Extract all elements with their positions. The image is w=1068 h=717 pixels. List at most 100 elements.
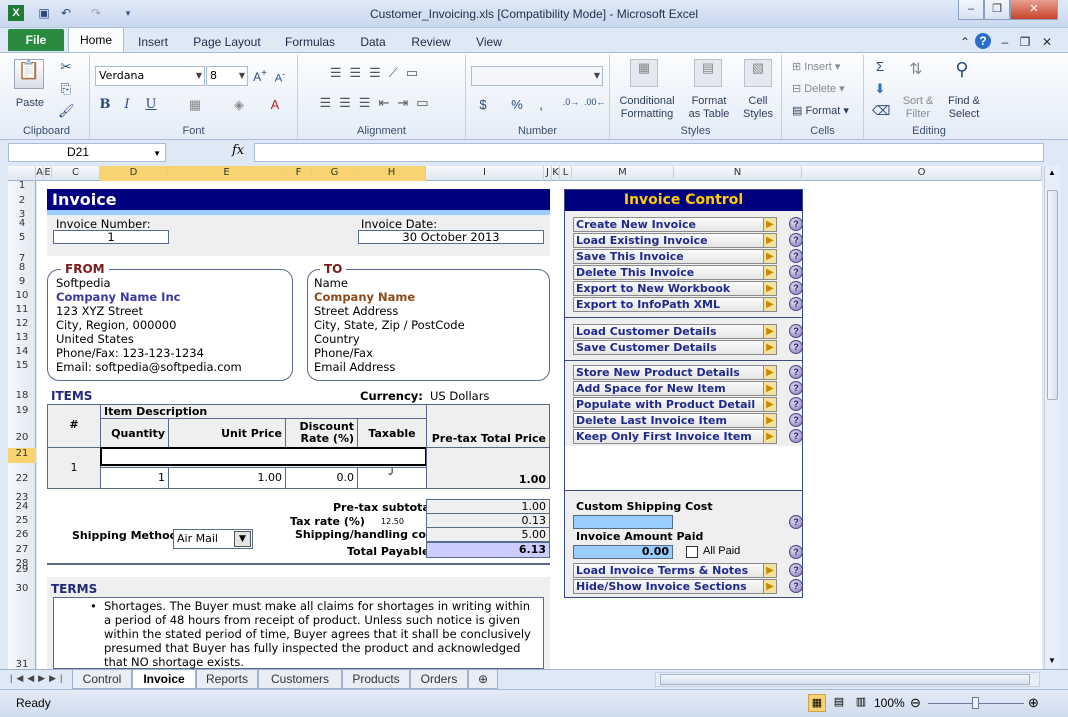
column-header[interactable]: O [802, 166, 1042, 181]
percent-button[interactable]: % [510, 97, 524, 112]
vertical-scrollbar[interactable]: ▲ ▼ [1044, 166, 1060, 669]
vertical-align-icons[interactable]: ☰☰☰⟋▭ [308, 65, 448, 81]
to-street[interactable]: Street Address [314, 304, 398, 318]
column-header[interactable]: D [100, 166, 168, 181]
help-icon[interactable]: ? [789, 297, 803, 311]
export-infopath-button[interactable]: Export to InfoPath XML ▶ [573, 297, 777, 312]
from-city[interactable]: City, Region, 000000 [56, 318, 176, 332]
row-header[interactable]: 25 [8, 515, 36, 526]
load-terms-button[interactable]: Load Invoice Terms & Notes ▶ [573, 563, 777, 578]
collapse-ribbon-icon[interactable]: ⌃ [958, 32, 972, 52]
export-new-workbook-button[interactable]: Export to New Workbook ▶ [573, 281, 777, 296]
row-header[interactable]: 24 [8, 501, 36, 512]
column-header[interactable]: J [544, 166, 552, 181]
help-icon[interactable]: ? [789, 545, 803, 559]
from-country[interactable]: United States [56, 332, 134, 346]
column-header[interactable]: L [560, 166, 572, 181]
paste-icon[interactable]: 📋 [14, 59, 44, 89]
row-header[interactable]: 27 [8, 544, 36, 555]
help-icon[interactable]: ? [789, 429, 803, 443]
zoom-out-icon[interactable]: ⊖ [910, 695, 921, 711]
all-paid-checkbox[interactable] [686, 546, 698, 558]
number-format-select[interactable]: ▼ [471, 66, 603, 86]
help-icon[interactable]: ? [789, 233, 803, 247]
row-header[interactable]: 29 [8, 564, 36, 575]
normal-view-icon[interactable]: ▦ [808, 694, 826, 712]
tab-file[interactable]: File [8, 29, 64, 51]
scroll-up-icon[interactable]: ▲ [1048, 168, 1056, 177]
cell-styles-button[interactable]: Cell Styles [738, 95, 778, 121]
column-header[interactable]: N [674, 166, 802, 181]
create-new-invoice-button[interactable]: Create New Invoice ▶ [573, 217, 777, 232]
bold-button[interactable]: B [98, 97, 112, 112]
chevron-down-icon[interactable]: ▼ [234, 531, 251, 547]
grow-font-icon[interactable]: A+ [252, 68, 268, 84]
insert-cells-button[interactable]: ⊞ Insert ▾ [792, 61, 856, 74]
row-header[interactable]: 8 [8, 262, 36, 273]
to-country[interactable]: Country [314, 332, 360, 346]
comma-button[interactable]: , [534, 97, 548, 112]
column-header[interactable]: C [52, 166, 100, 181]
ws-minimize-icon[interactable]: – [998, 32, 1012, 52]
find-select-button[interactable]: Find & Select [942, 95, 986, 121]
column-header[interactable]: A [36, 166, 44, 181]
shipping-method-select[interactable]: Air Mail ▼ [173, 529, 253, 549]
row-header[interactable]: 19 [8, 405, 36, 416]
delete-this-invoice-button[interactable]: Delete This Invoice ▶ [573, 265, 777, 280]
autosum-icon[interactable]: Σ [872, 59, 888, 74]
sheet-tab-invoice[interactable]: Invoice [132, 670, 196, 689]
tab-page-layout[interactable]: Page Layout [190, 32, 264, 52]
help-icon[interactable]: ? [789, 515, 803, 529]
zoom-in-icon[interactable]: ⊕ [1028, 695, 1039, 711]
close-button[interactable]: ✕ [1010, 0, 1058, 20]
insert-sheet-icon[interactable]: ⊕ [468, 670, 498, 689]
column-header[interactable]: H [358, 166, 426, 181]
conditional-formatting-button[interactable]: Conditional Formatting [612, 95, 682, 121]
unit-price-cell[interactable]: 1.00 [168, 467, 286, 489]
row-header[interactable]: 18 [8, 390, 36, 401]
font-size-select[interactable]: 8 ▼ [206, 66, 248, 86]
binoculars-icon[interactable]: ⚲ [948, 59, 976, 85]
row-header[interactable]: 13 [8, 332, 36, 343]
ws-restore-icon[interactable]: ❐ [1018, 32, 1032, 52]
help-icon[interactable]: ? [789, 381, 803, 395]
row-header[interactable]: 4 [8, 218, 36, 229]
keep-first-item-button[interactable]: Keep Only First Invoice Item ▶ [573, 429, 777, 444]
row-header[interactable]: 20 [8, 432, 36, 443]
amount-paid-input[interactable]: 0.00 [573, 545, 673, 559]
font-color-icon[interactable]: A [266, 97, 284, 112]
store-product-button[interactable]: Store New Product Details ▶ [573, 365, 777, 380]
load-customer-button[interactable]: Load Customer Details ▶ [573, 324, 777, 339]
column-header[interactable]: M [572, 166, 674, 181]
help-icon[interactable]: ? [789, 217, 803, 231]
help-icon[interactable]: ? [789, 340, 803, 354]
invoice-number-field[interactable]: 1 [53, 230, 169, 244]
sheet-nav-icons[interactable]: |◀◀▶▶| [10, 673, 66, 684]
help-icon[interactable]: ? [975, 33, 991, 49]
decrease-decimal-icon[interactable]: .00← [584, 97, 606, 107]
custom-shipping-input[interactable] [573, 515, 673, 529]
sort-filter-icon[interactable]: ⇅ [904, 59, 928, 83]
to-city[interactable]: City, State, Zip / PostCode [314, 318, 465, 332]
discount-cell[interactable]: 0.0 [285, 467, 358, 489]
to-email[interactable]: Email Address [314, 360, 395, 374]
row-header[interactable]: 5 [8, 232, 36, 243]
help-icon[interactable]: ? [789, 579, 803, 593]
hide-show-sections-button[interactable]: Hide/Show Invoice Sections ▶ [573, 579, 777, 594]
hscroll-thumb[interactable] [660, 674, 1030, 685]
from-phone[interactable]: Phone/Fax: 123-123-1234 [56, 346, 204, 360]
tab-review[interactable]: Review [410, 32, 452, 52]
terms-text[interactable]: • Shortages. The Buyer must make all clai… [53, 597, 544, 669]
help-icon[interactable]: ? [789, 265, 803, 279]
column-header[interactable]: F [286, 166, 312, 181]
copy-icon[interactable]: ⎘ [58, 81, 74, 97]
currency-button[interactable]: $ [476, 97, 490, 112]
row-header[interactable]: 2 [8, 195, 36, 206]
fill-color-icon[interactable]: ◈ [230, 97, 248, 113]
column-header[interactable]: I [426, 166, 544, 181]
cut-icon[interactable]: ✂ [58, 59, 74, 75]
worksheet[interactable]: Invoice Invoice Number: 1 Invoice Date: … [37, 181, 1042, 669]
quantity-cell[interactable]: 1 [100, 467, 169, 489]
row-header[interactable]: 15 [8, 360, 36, 371]
column-header[interactable]: K [552, 166, 560, 181]
